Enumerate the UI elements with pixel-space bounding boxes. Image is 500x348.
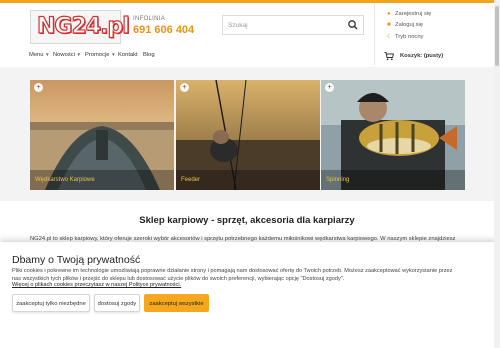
page-scrollbar[interactable] [494, 0, 500, 348]
accept-necessary-button[interactable]: zaakceptuj tylko niezbędne [12, 294, 90, 312]
category-tile-carp[interactable]: + Wędkarstwo Karpiowe [30, 80, 174, 190]
cookie-text-line: Pliki cookies i pokrewne im technologie … [12, 268, 453, 274]
register-link[interactable]: ● Zarejestruj się [387, 11, 431, 17]
cookie-title: Dbamy o Twoją prywatność [12, 254, 141, 266]
account-panel: ● Zarejestruj się ■ Zaloguj się ☾ Tryb nocn… [374, 3, 495, 47]
category-tile-spinning[interactable]: + Spinning [321, 80, 465, 190]
search-icon [348, 20, 358, 30]
register-label: Zarejestruj się [395, 11, 432, 17]
night-mode-label: Tryb nocny [395, 34, 424, 40]
search-box [222, 15, 364, 35]
expand-icon: + [34, 83, 43, 92]
scrollbar-thumb[interactable] [495, 6, 499, 66]
cookie-consent-banner: Dbamy o Twoją prywatność Pliki cookies i… [0, 242, 500, 348]
tile-label: Wędkarstwo Karpiowe [35, 177, 95, 183]
logo-text: NG24.pl [36, 13, 130, 39]
nav-item-promos[interactable]: Promocje ▼ [85, 52, 116, 58]
page-title: Sklep karpiowy - sprzęt, akcesoria dla k… [139, 215, 355, 226]
chevron-down-icon: ▼ [45, 52, 50, 57]
nav-item-news[interactable]: Nowości ▼ [53, 52, 81, 58]
accept-all-button[interactable]: zaakceptuj wszystkie [144, 294, 209, 312]
cart-widget[interactable]: Koszyk: (pusty) [374, 47, 495, 65]
tile-caption: Wędkarstwo Karpiowe [30, 170, 174, 190]
tile-caption: Feeder [176, 170, 320, 190]
search-button[interactable] [346, 18, 360, 32]
lock-icon: ■ [387, 22, 391, 28]
moon-icon: ☾ [387, 34, 393, 40]
nav-menu-label: Menu [29, 52, 44, 58]
tile-label: Spinning [326, 177, 350, 183]
nav-promos-label: Promocje [85, 52, 110, 58]
category-tile-feeder[interactable]: + Feeder [176, 80, 320, 190]
expand-icon: + [180, 83, 189, 92]
chevron-down-icon: ▼ [111, 52, 116, 57]
expand-icon: + [325, 83, 334, 92]
night-mode-toggle[interactable]: ☾ Tryb nocny [387, 33, 423, 40]
chevron-down-icon: ▼ [76, 52, 81, 57]
nav-item-contact[interactable]: Kontakt [118, 52, 138, 58]
cart-icon [384, 52, 394, 61]
tile-label: Feeder [181, 177, 201, 183]
privacy-policy-link[interactable]: Więcej o plikach cookies przeczytasz w n… [12, 282, 181, 288]
search-input[interactable] [223, 16, 346, 34]
nav-news-label: Nowości [53, 52, 75, 58]
cart-label: Koszyk: (pusty) [400, 53, 444, 59]
user-plus-icon: ● [387, 11, 391, 17]
customize-consent-button[interactable]: dostosuj zgody [94, 294, 140, 312]
tile-caption: Spinning [321, 170, 465, 190]
cookie-description: Pliki cookies i pokrewne im technologie … [12, 268, 490, 283]
login-label: Zaloguj się [395, 22, 424, 28]
hotline-phone[interactable]: 691 606 404 [133, 24, 194, 36]
hotline-label: INFOLINIA [133, 16, 166, 22]
nav-item-blog[interactable]: Blog [143, 52, 155, 58]
login-link[interactable]: ■ Zaloguj się [387, 22, 423, 28]
site-logo[interactable]: NG24.pl [30, 10, 130, 44]
nav-item-menu[interactable]: Menu ▼ [29, 52, 50, 58]
